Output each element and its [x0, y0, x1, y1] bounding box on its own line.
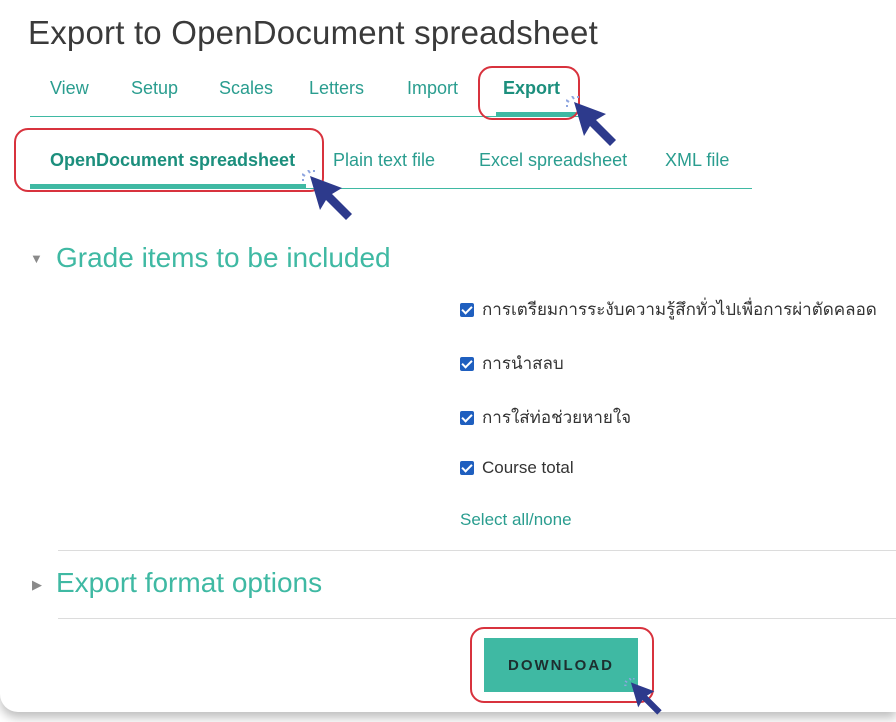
pointer-arrow-icon	[302, 170, 352, 220]
grade-item-row[interactable]: การใส่ท่อช่วยหายใจ	[460, 404, 631, 431]
pointer-arrow-icon	[566, 96, 616, 146]
tab-xml-file[interactable]: XML file	[665, 150, 729, 171]
grade-item-label: การนำสลบ	[482, 354, 564, 373]
grade-item-row[interactable]: Course total	[460, 458, 574, 478]
grade-item-label: การใส่ท่อช่วยหายใจ	[482, 408, 632, 427]
tab-setup[interactable]: Setup	[131, 78, 178, 99]
tab-import[interactable]: Import	[407, 78, 458, 99]
tab-plain-text-file[interactable]: Plain text file	[333, 150, 435, 171]
pointer-arrow-icon	[624, 678, 662, 715]
checkbox-checked-icon[interactable]	[460, 461, 474, 475]
page-title: Export to OpenDocument spreadsheet	[28, 14, 598, 51]
tab-view[interactable]: View	[50, 78, 89, 99]
tab-letters[interactable]: Letters	[309, 78, 364, 99]
caret-down-icon[interactable]: ▼	[30, 251, 43, 266]
checkbox-checked-icon[interactable]	[460, 357, 474, 371]
checkbox-checked-icon[interactable]	[460, 303, 474, 317]
tab-scales[interactable]: Scales	[219, 78, 273, 99]
select-all-none-link[interactable]: Select all/none	[460, 510, 572, 530]
grade-item-row[interactable]: การเตรียมการระงับความรู้สึกทั่วไปเพื่อกา…	[460, 296, 877, 323]
grade-item-label: การเตรียมการระงับความรู้สึกทั่วไปเพื่อกา…	[482, 300, 877, 319]
grade-item-label: Course total	[482, 458, 574, 477]
page-card: Export to OpenDocument spreadsheet View …	[0, 0, 896, 712]
checkbox-checked-icon[interactable]	[460, 411, 474, 425]
export-tab-highlight	[478, 66, 580, 120]
section-divider	[58, 550, 896, 551]
opendocument-tab-highlight	[14, 128, 324, 192]
caret-right-icon[interactable]: ▶	[32, 577, 42, 593]
grade-items-heading[interactable]: Grade items to be included	[56, 242, 391, 274]
section-divider	[58, 618, 896, 619]
grade-item-row[interactable]: การนำสลบ	[460, 350, 564, 377]
export-format-options-heading[interactable]: Export format options	[56, 567, 322, 599]
